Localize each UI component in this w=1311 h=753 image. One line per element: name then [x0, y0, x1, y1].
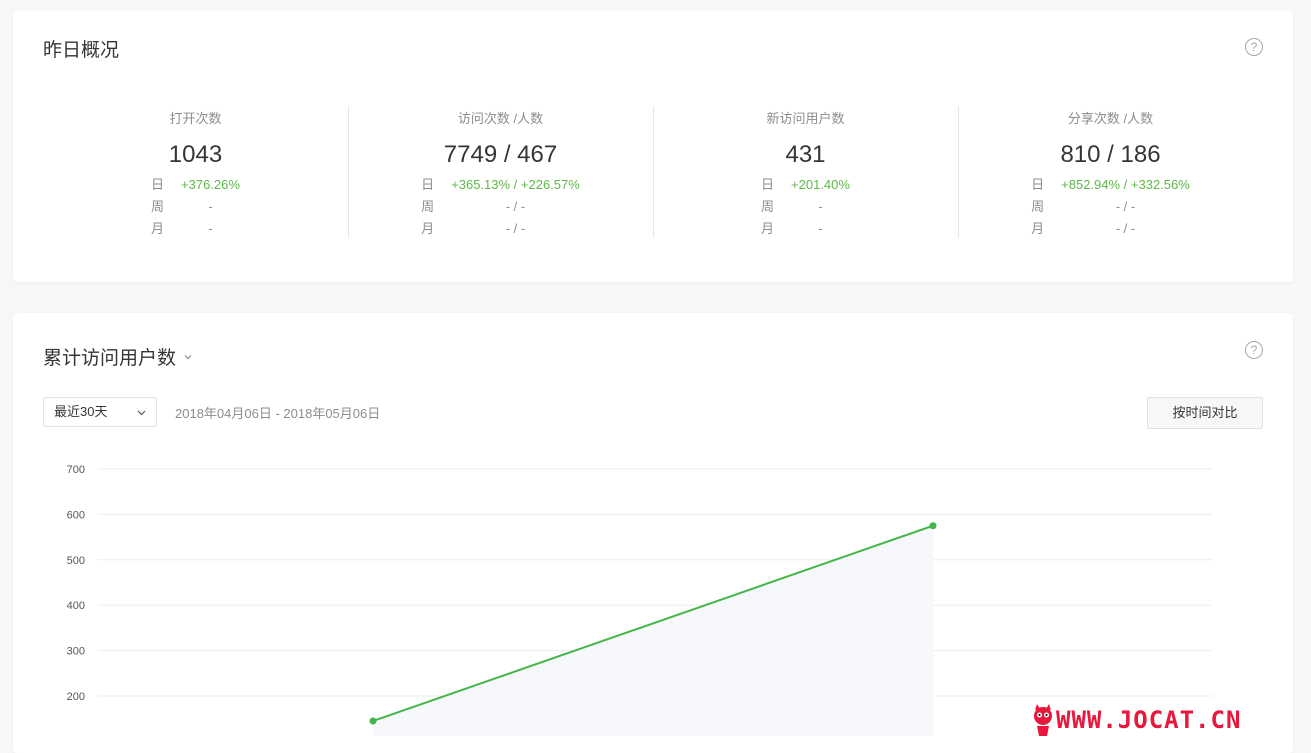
y-tick-label: 700	[67, 464, 85, 476]
y-tick-label: 200	[67, 691, 85, 703]
series-area	[373, 525, 933, 736]
watermark-text: WWW.JOCAT.CN	[1056, 705, 1242, 734]
data-point[interactable]	[929, 522, 937, 530]
watermark: WWW.JOCAT.CN	[1030, 703, 1241, 736]
y-tick-label: 600	[67, 509, 85, 521]
data-point[interactable]	[369, 717, 377, 725]
trend-chart: 200 300 400 500 600 700	[67, 464, 1212, 736]
y-tick-label: 400	[67, 600, 85, 612]
y-tick-label: 300	[67, 646, 85, 658]
cat-logo-icon	[1034, 703, 1052, 736]
y-tick-label: 500	[67, 555, 85, 567]
